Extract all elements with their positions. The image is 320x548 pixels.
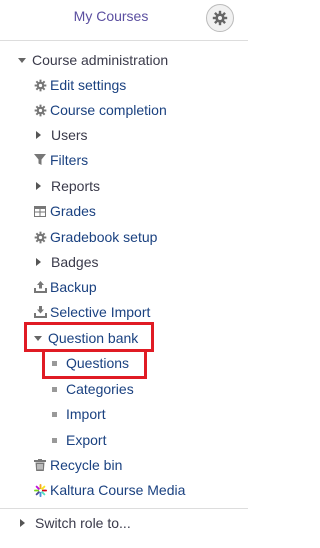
menu-item-reports[interactable]: Reports bbox=[34, 176, 100, 196]
caret-right-icon bbox=[36, 182, 41, 190]
block-settings-button[interactable] bbox=[206, 4, 234, 32]
questions-highlight-box bbox=[42, 349, 147, 379]
menu-item-label: Course completion bbox=[50, 102, 167, 118]
menu-item-recycle-bin[interactable]: Recycle bin bbox=[33, 455, 122, 475]
trash-icon bbox=[33, 458, 47, 472]
gear-icon bbox=[212, 10, 228, 26]
menu-item-kaltura-course-media[interactable]: Kaltura Course Media bbox=[33, 480, 185, 500]
kaltura-icon bbox=[33, 483, 47, 497]
upload-icon bbox=[33, 280, 47, 294]
header-divider bbox=[0, 40, 248, 41]
switch-role-label: Switch role to... bbox=[35, 515, 131, 531]
question-bank-highlight-box bbox=[24, 322, 154, 352]
menu-item-badges[interactable]: Badges bbox=[34, 252, 98, 272]
table-icon bbox=[33, 204, 47, 218]
menu-item-label: Filters bbox=[50, 152, 89, 168]
menu-item-label: Backup bbox=[50, 279, 97, 295]
bullet-icon bbox=[52, 411, 57, 417]
gear-icon bbox=[33, 78, 47, 92]
menu-item-label: Import bbox=[66, 406, 106, 422]
caret-right-icon bbox=[20, 519, 25, 527]
menu-item-categories[interactable]: Categories bbox=[52, 379, 134, 399]
menu-item-label: Categories bbox=[66, 381, 134, 397]
menu-item-label: Reports bbox=[51, 178, 101, 194]
filter-icon bbox=[33, 153, 47, 167]
menu-item-label: Edit settings bbox=[50, 77, 127, 93]
menu-item-edit-settings[interactable]: Edit settings bbox=[33, 75, 126, 95]
menu-item-export[interactable]: Export bbox=[52, 430, 106, 450]
course-administration-node[interactable]: Course administration bbox=[18, 50, 168, 70]
bullet-icon bbox=[52, 437, 57, 443]
menu-item-import[interactable]: Import bbox=[52, 404, 106, 424]
caret-down-icon bbox=[18, 57, 26, 63]
gear-icon bbox=[33, 103, 47, 117]
download-icon bbox=[33, 305, 47, 319]
gear-icon bbox=[33, 230, 47, 244]
menu-item-filters[interactable]: Filters bbox=[33, 150, 88, 170]
course-administration-label: Course administration bbox=[32, 52, 169, 68]
menu-item-users[interactable]: Users bbox=[34, 125, 88, 145]
menu-item-label: Users bbox=[51, 127, 88, 143]
menu-item-label: Selective Import bbox=[50, 304, 151, 320]
menu-item-gradebook-setup[interactable]: Gradebook setup bbox=[33, 227, 157, 247]
menu-item-backup[interactable]: Backup bbox=[33, 277, 97, 297]
menu-item-label: Kaltura Course Media bbox=[50, 482, 186, 498]
block-title: My Courses bbox=[73, 8, 149, 24]
bullet-icon bbox=[52, 386, 57, 392]
menu-item-grades[interactable]: Grades bbox=[33, 201, 96, 221]
menu-item-course-completion[interactable]: Course completion bbox=[33, 100, 167, 120]
menu-item-label: Gradebook setup bbox=[50, 229, 158, 245]
caret-right-icon bbox=[36, 131, 41, 139]
menu-item-selective-import[interactable]: Selective Import bbox=[33, 302, 150, 322]
footer-divider bbox=[0, 508, 248, 509]
menu-item-label: Export bbox=[66, 432, 107, 448]
menu-item-label: Badges bbox=[51, 254, 99, 270]
menu-item-label: Recycle bin bbox=[50, 457, 123, 473]
switch-role-node[interactable]: Switch role to... bbox=[18, 513, 131, 533]
caret-right-icon bbox=[36, 258, 41, 266]
menu-item-label: Grades bbox=[50, 203, 96, 219]
